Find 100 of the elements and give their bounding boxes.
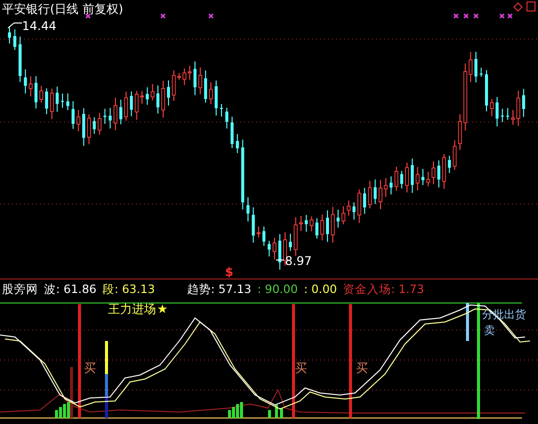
candlestick — [225, 107, 228, 130]
candlestick — [320, 214, 324, 241]
candlestick — [230, 116, 234, 149]
candlestick — [150, 84, 154, 101]
candlestick — [146, 86, 149, 106]
x-marker-icon — [499, 13, 505, 19]
candlestick — [304, 214, 308, 232]
indicator-value: 段: 63.13 — [102, 282, 155, 296]
candlestick — [61, 92, 64, 108]
buy-label: 买 — [295, 361, 307, 375]
candlestick — [13, 28, 16, 50]
candlestick — [18, 36, 22, 82]
candlestick — [394, 166, 398, 192]
candlestick — [363, 187, 366, 214]
chart-title: 平安银行(日线 前复权) — [2, 2, 124, 16]
candlestick — [82, 108, 86, 146]
sell-signal-mark: $ — [225, 265, 234, 279]
indicator-value: 资金入场: 1.73 — [342, 282, 424, 296]
candlestick — [496, 96, 499, 127]
signal-bar — [466, 303, 469, 341]
candlestick — [167, 80, 170, 106]
candlestick — [315, 218, 318, 240]
candlestick — [357, 188, 362, 224]
candlestick — [256, 226, 260, 238]
candlestick — [390, 176, 393, 195]
x-marker-icon — [85, 13, 91, 19]
candlestick — [204, 70, 208, 104]
candlestick — [268, 240, 271, 257]
candlestick — [119, 99, 122, 125]
indicator-value: 波: 61.86 — [44, 282, 96, 296]
candlestick — [56, 86, 59, 112]
candlestick — [209, 82, 213, 105]
candlestick — [278, 234, 282, 270]
candlestick — [198, 66, 202, 95]
candlestick — [236, 134, 239, 154]
x-marker-icon — [473, 13, 479, 19]
candlestick — [34, 76, 38, 109]
candlestick — [474, 51, 478, 83]
candlestick — [114, 97, 118, 131]
candlestick — [283, 232, 287, 266]
candlestick — [405, 162, 409, 193]
candlestick — [288, 233, 292, 252]
candlestick — [24, 68, 27, 94]
candlestick — [272, 237, 276, 260]
candlestick — [336, 209, 340, 228]
buy-label: 买 — [84, 361, 96, 375]
candlestick — [326, 210, 329, 242]
candlestick — [352, 202, 356, 220]
candlestick — [50, 88, 54, 120]
star-icon: ★ — [157, 302, 168, 316]
indicator-value: : 90.00 — [257, 282, 298, 296]
x-marker-icon — [160, 13, 166, 19]
candlestick — [416, 166, 420, 191]
candlestick — [72, 100, 75, 130]
sell-label: 卖 — [484, 324, 495, 337]
candlestick — [45, 88, 48, 115]
candlestick — [130, 90, 133, 117]
candlestick — [76, 109, 80, 132]
diamond-icon[interactable] — [513, 2, 523, 12]
candlestick — [437, 160, 440, 188]
candlestick — [262, 226, 266, 246]
candlestick — [374, 178, 377, 204]
candlestick — [66, 92, 70, 111]
candlestick — [87, 114, 91, 145]
volume-bar — [275, 405, 278, 418]
volume-bar — [280, 408, 283, 418]
candlestick — [39, 85, 44, 104]
indicator-value: 趋势: 57.13 — [186, 282, 252, 296]
x-marker-icon — [507, 13, 513, 19]
candlestick — [448, 155, 451, 174]
buy-label: 买 — [356, 361, 368, 375]
x-marker-icon — [463, 13, 469, 19]
candlestick — [490, 98, 494, 117]
candlestick — [214, 80, 218, 116]
candlestick — [421, 168, 424, 186]
candlestick — [98, 112, 102, 136]
candlestick — [310, 216, 314, 232]
x-marker-icon — [453, 13, 459, 19]
candlestick — [103, 108, 106, 124]
candlestick — [410, 158, 414, 194]
candlestick — [485, 70, 488, 112]
low-price-label: 8.97 — [285, 254, 312, 268]
indicator-value: : 0.00 — [304, 282, 337, 296]
candlestick — [522, 88, 526, 118]
candlestick — [368, 180, 372, 209]
candlestick — [156, 84, 160, 114]
x-marker-icon — [208, 13, 214, 19]
candlestick — [220, 103, 223, 118]
candlestick — [194, 61, 196, 96]
candlestick — [241, 139, 244, 210]
candlestick — [500, 108, 504, 123]
candlestick — [161, 80, 166, 118]
indicator-name: 股旁网 — [2, 282, 38, 296]
candlestick — [246, 196, 250, 222]
candlestick — [124, 91, 128, 122]
volume-bar — [268, 410, 271, 418]
candlestick — [92, 116, 96, 134]
square-icon[interactable] — [526, 2, 536, 12]
candlestick — [400, 170, 404, 189]
candlestick — [108, 107, 112, 129]
